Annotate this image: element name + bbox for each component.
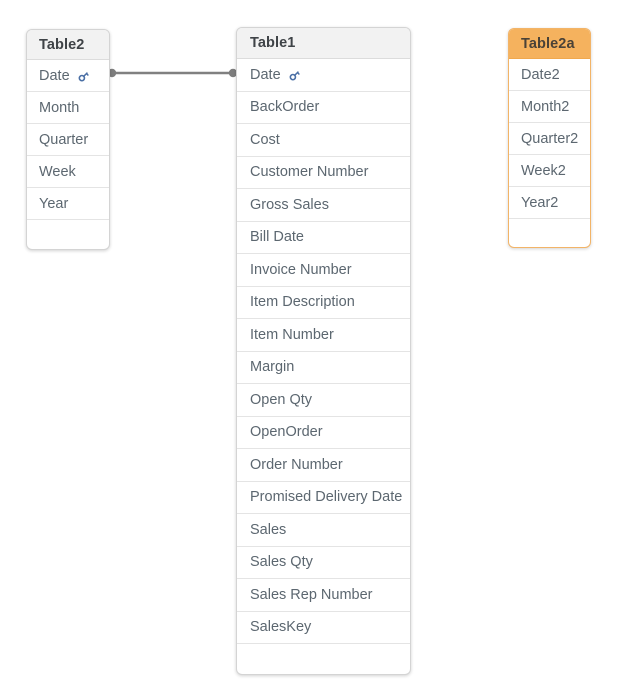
field-label: Customer Number <box>250 164 369 181</box>
field-row[interactable]: Date2 <box>509 59 590 91</box>
field-row[interactable]: SalesKey <box>237 612 410 644</box>
field-row[interactable]: Item Number <box>237 319 410 352</box>
field-label: Quarter <box>39 131 89 148</box>
field-label: Sales Rep Number <box>250 586 373 603</box>
field-row[interactable]: Cost <box>237 124 410 157</box>
field-row[interactable]: Promised Delivery Date <box>237 482 410 514</box>
table-card-table2[interactable]: Table2 Date Month Quarter Week Year <box>26 29 110 250</box>
field-row[interactable]: Item Description <box>237 287 410 319</box>
field-label: Bill Date <box>250 229 304 246</box>
association-link-table2-table1 <box>107 68 238 78</box>
field-row[interactable]: Sales Qty <box>237 547 410 579</box>
field-row[interactable]: OpenOrder <box>237 417 410 449</box>
field-row[interactable]: Week2 <box>509 155 590 187</box>
field-row[interactable]: Sales <box>237 514 410 547</box>
field-row[interactable]: Bill Date <box>237 222 410 254</box>
field-label: Week <box>39 163 76 180</box>
field-label: Date2 <box>521 66 560 83</box>
field-label: Promised Delivery Date <box>250 489 403 506</box>
key-icon <box>77 70 90 83</box>
field-label: Invoice Number <box>250 261 352 278</box>
field-row[interactable]: Date <box>27 60 109 92</box>
table-title: Table1 <box>250 35 296 51</box>
field-row[interactable]: Invoice Number <box>237 254 410 287</box>
field-label: Date <box>250 66 281 83</box>
field-label: Item Description <box>250 294 355 311</box>
field-row[interactable]: Year2 <box>509 187 590 219</box>
field-label: SalesKey <box>250 619 312 636</box>
field-label: OpenOrder <box>250 424 323 441</box>
field-row[interactable]: BackOrder <box>237 92 410 124</box>
field-label: Cost <box>250 131 280 148</box>
field-label: Open Qty <box>250 391 313 408</box>
field-row[interactable]: Week <box>27 156 109 188</box>
table-header-table2[interactable]: Table2 <box>27 30 109 60</box>
field-label: Date <box>39 67 70 84</box>
field-label: Gross Sales <box>250 196 329 213</box>
field-row[interactable]: Month <box>27 92 109 124</box>
table-card-table2a[interactable]: Table2a Date2 Month2 Quarter2 Week2 Year… <box>508 28 591 248</box>
field-label: BackOrder <box>250 99 320 116</box>
field-label: Month <box>39 99 80 116</box>
field-row[interactable]: Margin <box>237 352 410 384</box>
field-row[interactable]: Month2 <box>509 91 590 123</box>
field-label: Week2 <box>521 162 566 179</box>
field-row[interactable]: Order Number <box>237 449 410 482</box>
field-row[interactable]: Quarter <box>27 124 109 156</box>
field-row[interactable]: Customer Number <box>237 157 410 189</box>
field-label: Sales <box>250 521 287 538</box>
table-footer-spacer <box>27 220 109 249</box>
table-card-table1[interactable]: Table1 Date BackOrder Cost Customer Numb… <box>236 27 411 675</box>
field-label: Order Number <box>250 456 343 473</box>
field-row[interactable]: Quarter2 <box>509 123 590 155</box>
field-row[interactable]: Year <box>27 188 109 220</box>
field-label: Margin <box>250 359 295 376</box>
field-label: Year2 <box>521 194 559 211</box>
field-label: Quarter2 <box>521 130 579 147</box>
field-label: Month2 <box>521 98 570 115</box>
data-model-canvas[interactable]: Table2 Date Month Quarter Week Year Tabl… <box>0 0 618 695</box>
field-label: Item Number <box>250 326 334 343</box>
key-icon <box>288 69 301 82</box>
field-row[interactable]: Date <box>237 59 410 92</box>
table-title: Table2 <box>39 36 85 53</box>
field-label: Year <box>39 195 69 212</box>
table-footer-spacer <box>509 219 590 247</box>
table-footer-spacer <box>237 644 410 674</box>
field-label: Sales Qty <box>250 554 313 571</box>
field-row[interactable]: Gross Sales <box>237 189 410 222</box>
table-header-table2a[interactable]: Table2a <box>509 29 590 59</box>
field-row[interactable]: Open Qty <box>237 384 410 417</box>
table-title: Table2a <box>521 35 575 52</box>
field-row[interactable]: Sales Rep Number <box>237 579 410 612</box>
table-header-table1[interactable]: Table1 <box>237 28 410 59</box>
